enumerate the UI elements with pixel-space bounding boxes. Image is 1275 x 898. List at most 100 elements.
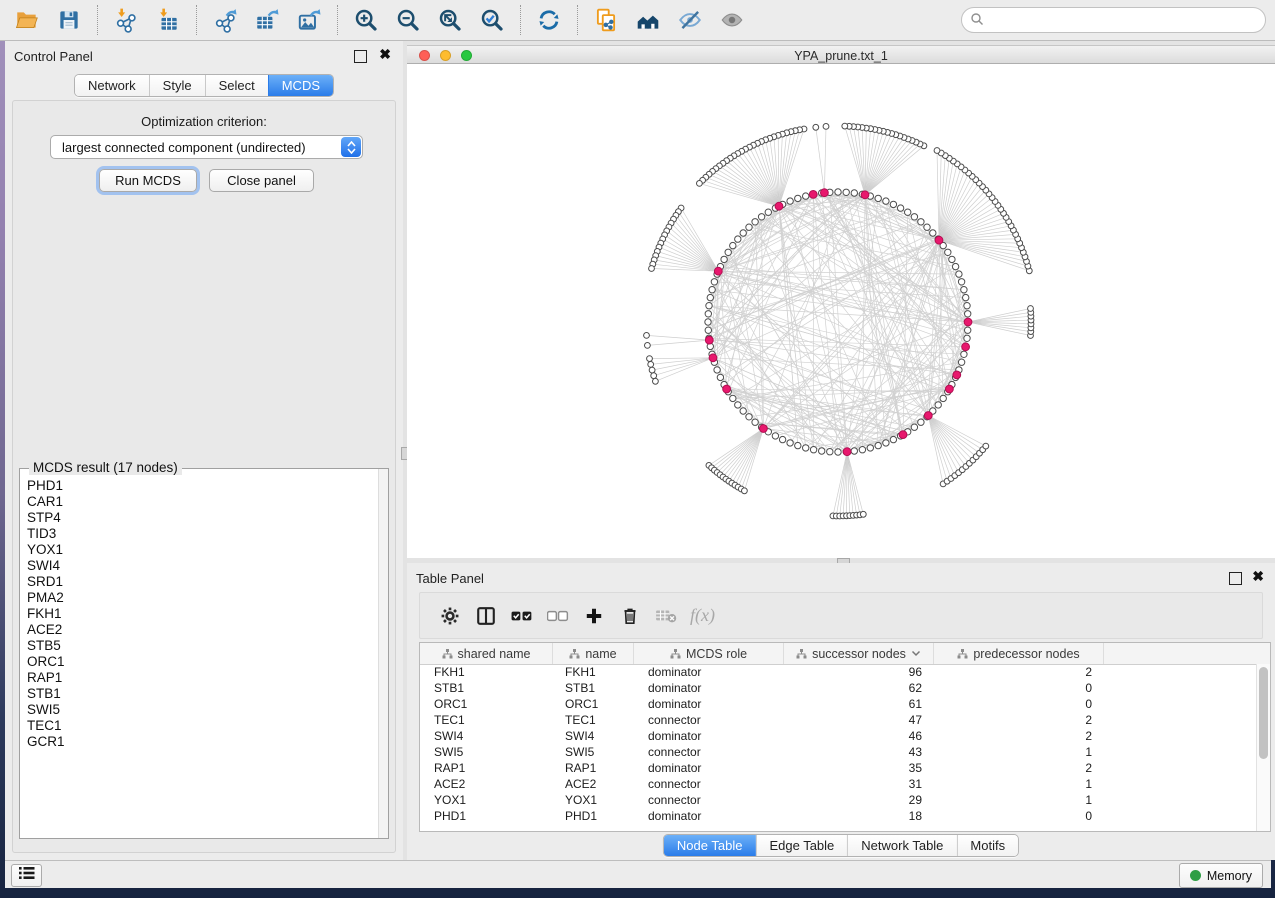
control-panel-float-icon[interactable] [354, 50, 367, 63]
cell-shared_name: FKH1 [420, 665, 553, 679]
list-item[interactable]: GCR1 [27, 734, 379, 750]
network-window: YPA_prune.txt_1 [407, 41, 1275, 558]
cell-predecessor_nodes: 0 [934, 681, 1104, 695]
tab-edge-table[interactable]: Edge Table [755, 835, 847, 856]
zoom-in-icon[interactable] [348, 4, 384, 36]
table-panel-tabs: Node TableEdge TableNetwork TableMotifs [663, 834, 1019, 857]
show-all-columns-icon[interactable] [504, 598, 540, 634]
tab-style[interactable]: Style [149, 75, 205, 96]
delete-columns-icon[interactable] [612, 598, 648, 634]
list-item[interactable]: YOX1 [27, 542, 379, 558]
column-header-predecessor-nodes[interactable]: predecessor nodes [934, 643, 1104, 664]
tab-network-table[interactable]: Network Table [847, 835, 956, 856]
cell-name: YOX1 [553, 793, 634, 807]
search-input[interactable] [961, 7, 1266, 33]
table-row[interactable]: SWI4SWI4dominator462 [420, 728, 1257, 744]
import-table-icon[interactable] [150, 4, 186, 36]
refresh-view-icon[interactable] [531, 4, 567, 36]
table-row[interactable]: TEC1TEC1connector472 [420, 712, 1257, 728]
cell-shared_name: RAP1 [420, 761, 553, 775]
list-item[interactable]: TEC1 [27, 718, 379, 734]
column-header-name[interactable]: name [553, 643, 634, 664]
column-header-shared-name[interactable]: shared name [420, 643, 553, 664]
list-item[interactable]: STB1 [27, 686, 379, 702]
cell-predecessor_nodes: 1 [934, 777, 1104, 791]
table-row[interactable]: ACE2ACE2connector311 [420, 776, 1257, 792]
mcds-list-scrollbar[interactable] [378, 469, 388, 838]
search-box [961, 7, 1266, 33]
import-network-icon[interactable] [108, 4, 144, 36]
zoom-out-icon[interactable] [390, 4, 426, 36]
save-session-icon[interactable] [51, 4, 87, 36]
network-graph[interactable] [407, 64, 1275, 558]
cell-name: ACE2 [553, 777, 634, 791]
cell-successor_nodes: 35 [784, 761, 934, 775]
hide-all-columns-icon[interactable] [540, 598, 576, 634]
export-table-icon[interactable] [249, 4, 285, 36]
table-row[interactable]: STB1STB1dominator620 [420, 680, 1257, 696]
mcds-result-group: MCDS result (17 nodes) PHD1CAR1STP4TID3Y… [19, 468, 389, 839]
split-columns-icon[interactable] [468, 598, 504, 634]
cell-mcds_role: dominator [634, 665, 784, 679]
list-item[interactable]: RAP1 [27, 670, 379, 686]
cell-successor_nodes: 96 [784, 665, 934, 679]
task-history-button[interactable] [11, 864, 42, 887]
network-window-title: YPA_prune.txt_1 [407, 49, 1275, 63]
table-mode-gear-icon[interactable] [432, 598, 468, 634]
zoom-fit-icon[interactable] [432, 4, 468, 36]
tab-network[interactable]: Network [75, 75, 149, 96]
cell-predecessor_nodes: 2 [934, 729, 1104, 743]
network-window-titlebar[interactable]: YPA_prune.txt_1 [407, 45, 1275, 64]
list-item[interactable]: STP4 [27, 510, 379, 526]
zoom-selected-icon[interactable] [474, 4, 510, 36]
network-canvas[interactable] [407, 64, 1275, 558]
table-row[interactable]: PHD1PHD1dominator180 [420, 808, 1257, 824]
optimization-criterion-value: largest connected component (undirected) [51, 140, 341, 155]
list-item[interactable]: SWI4 [27, 558, 379, 574]
table-panel-close-icon[interactable]: ✖ [1252, 568, 1264, 584]
list-item[interactable]: ORC1 [27, 654, 379, 670]
close-panel-button[interactable]: Close panel [209, 169, 314, 192]
optimization-criterion-select[interactable]: largest connected component (undirected) [50, 135, 363, 159]
duplicate-network-icon[interactable] [588, 4, 624, 36]
table-scrollbar[interactable] [1256, 664, 1270, 831]
list-item[interactable]: TID3 [27, 526, 379, 542]
table-scrollbar-thumb[interactable] [1259, 667, 1268, 759]
list-item[interactable]: FKH1 [27, 606, 379, 622]
table-row[interactable]: ORC1ORC1dominator610 [420, 696, 1257, 712]
export-network-icon[interactable] [207, 4, 243, 36]
control-panel-close-icon[interactable]: ✖ [379, 46, 391, 62]
first-neighbors-icon[interactable] [630, 4, 666, 36]
cell-shared_name: SWI4 [420, 729, 553, 743]
table-row[interactable]: FKH1FKH1dominator962 [420, 664, 1257, 680]
tab-motifs[interactable]: Motifs [956, 835, 1018, 856]
cell-name: STB1 [553, 681, 634, 695]
tab-node-table[interactable]: Node Table [664, 835, 756, 856]
column-header-mcds-role[interactable]: MCDS role [634, 643, 784, 664]
show-hidden-icon[interactable] [714, 4, 750, 36]
open-file-icon[interactable] [9, 4, 45, 36]
table-row[interactable]: SWI5SWI5connector431 [420, 744, 1257, 760]
list-item[interactable]: ACE2 [27, 622, 379, 638]
tab-select[interactable]: Select [205, 75, 268, 96]
list-item[interactable]: SWI5 [27, 702, 379, 718]
list-item[interactable]: PHD1 [27, 478, 379, 494]
export-image-icon[interactable] [291, 4, 327, 36]
table-toolbar: f(x) [419, 592, 1263, 639]
hide-selection-icon[interactable] [672, 4, 708, 36]
column-header-successor-nodes[interactable]: successor nodes [784, 643, 934, 664]
memory-button[interactable]: Memory [1179, 863, 1263, 888]
table-panel-float-icon[interactable] [1229, 572, 1242, 585]
delete-table-icon [648, 598, 684, 634]
table-row[interactable]: YOX1YOX1connector291 [420, 792, 1257, 808]
create-column-icon[interactable] [576, 598, 612, 634]
table-row[interactable]: RAP1RAP1dominator352 [420, 760, 1257, 776]
list-item[interactable]: PMA2 [27, 590, 379, 606]
status-bar: Memory [5, 860, 1271, 888]
tab-mcds[interactable]: MCDS [268, 75, 333, 96]
memory-status-icon [1190, 870, 1201, 881]
list-item[interactable]: CAR1 [27, 494, 379, 510]
list-item[interactable]: STB5 [27, 638, 379, 654]
run-mcds-button[interactable]: Run MCDS [99, 169, 197, 192]
list-item[interactable]: SRD1 [27, 574, 379, 590]
